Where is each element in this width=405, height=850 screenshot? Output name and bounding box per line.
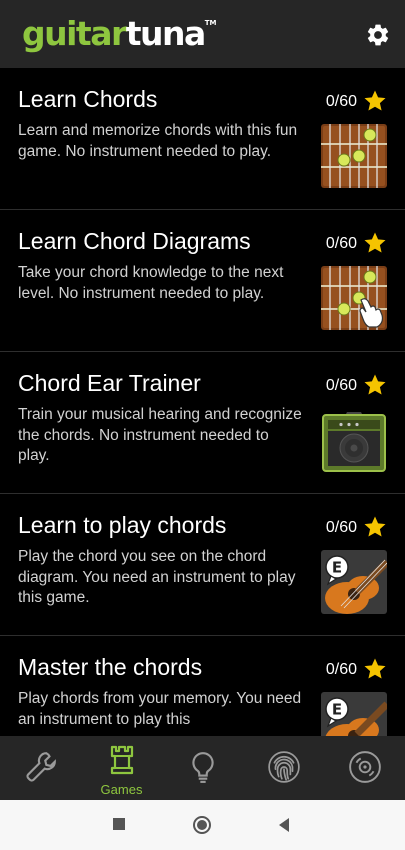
nav-item-songs[interactable]: [324, 736, 405, 800]
logo-trademark: TM: [204, 19, 217, 27]
game-description: Learn and memorize chords with this fun …: [18, 122, 298, 160]
svg-text:E: E: [332, 559, 342, 577]
game-item-chord-ear-trainer[interactable]: Chord Ear Trainer Train your musical hea…: [0, 352, 405, 494]
app-header: guitartunaTM: [0, 0, 405, 68]
game-title: Learn Chords: [18, 86, 158, 112]
svg-text:E: E: [332, 701, 342, 719]
guitar-e-icon: E: [321, 550, 387, 614]
star-icon: [364, 658, 386, 679]
guitar-e-icon: E: [321, 692, 387, 736]
game-title: Chord Ear Trainer: [18, 370, 201, 396]
game-title: Learn Chord Diagrams: [18, 228, 251, 254]
game-title: Master the chords: [18, 654, 203, 680]
game-description: Play the chord you see on the chord diag…: [18, 548, 296, 606]
home-icon[interactable]: [192, 815, 212, 835]
game-description: Train your musical hearing and recognize…: [18, 406, 302, 464]
game-description: Take your chord knowledge to the next le…: [18, 264, 284, 302]
game-item-learn-to-play-chords[interactable]: Learn to play chords Play the chord you …: [0, 494, 405, 636]
game-score: 0/60: [325, 93, 357, 110]
logo-text-guitar: guitar: [22, 14, 127, 53]
game-score: 0/60: [325, 661, 357, 678]
castle-tower-icon: [110, 745, 134, 775]
nav-item-games[interactable]: Games: [81, 736, 162, 800]
fingerprint-icon: [268, 751, 300, 783]
game-item-learn-chords[interactable]: Learn Chords Learn and memorize chords w…: [0, 68, 405, 210]
fretboard-icon: [321, 124, 387, 188]
bottom-navigation: Games: [0, 736, 405, 800]
game-description: Play chords from your memory. You need a…: [18, 690, 302, 728]
recent-apps-icon[interactable]: [112, 817, 126, 831]
back-icon[interactable]: [277, 817, 291, 833]
game-item-learn-chord-diagrams[interactable]: Learn Chord Diagrams Take your chord kno…: [0, 210, 405, 352]
game-score: 0/60: [325, 235, 357, 252]
app-logo: guitartunaTM: [22, 14, 217, 63]
game-title: Learn to play chords: [18, 512, 227, 538]
wrench-icon: [26, 752, 56, 782]
star-icon: [364, 374, 386, 395]
gear-icon[interactable]: [365, 22, 391, 48]
vinyl-record-icon: [349, 751, 381, 783]
game-score: 0/60: [325, 519, 357, 536]
nav-label-games: Games: [100, 782, 143, 797]
star-icon: [364, 90, 386, 111]
nav-item-tools[interactable]: [0, 736, 81, 800]
star-icon: [364, 232, 386, 253]
lightbulb-icon: [192, 752, 214, 783]
nav-item-fingerprint[interactable]: [243, 736, 324, 800]
fretboard-hand-icon: [321, 266, 387, 330]
games-list[interactable]: Learn Chords Learn and memorize chords w…: [0, 68, 405, 736]
system-navigation-bar: [0, 800, 405, 850]
game-item-master-the-chords[interactable]: Master the chords Play chords from your …: [0, 636, 405, 736]
game-score: 0/60: [325, 377, 357, 394]
star-icon: [364, 516, 386, 537]
logo-text-tuna: tuna: [125, 14, 207, 53]
nav-item-tips[interactable]: [162, 736, 243, 800]
amplifier-icon: [322, 412, 386, 472]
